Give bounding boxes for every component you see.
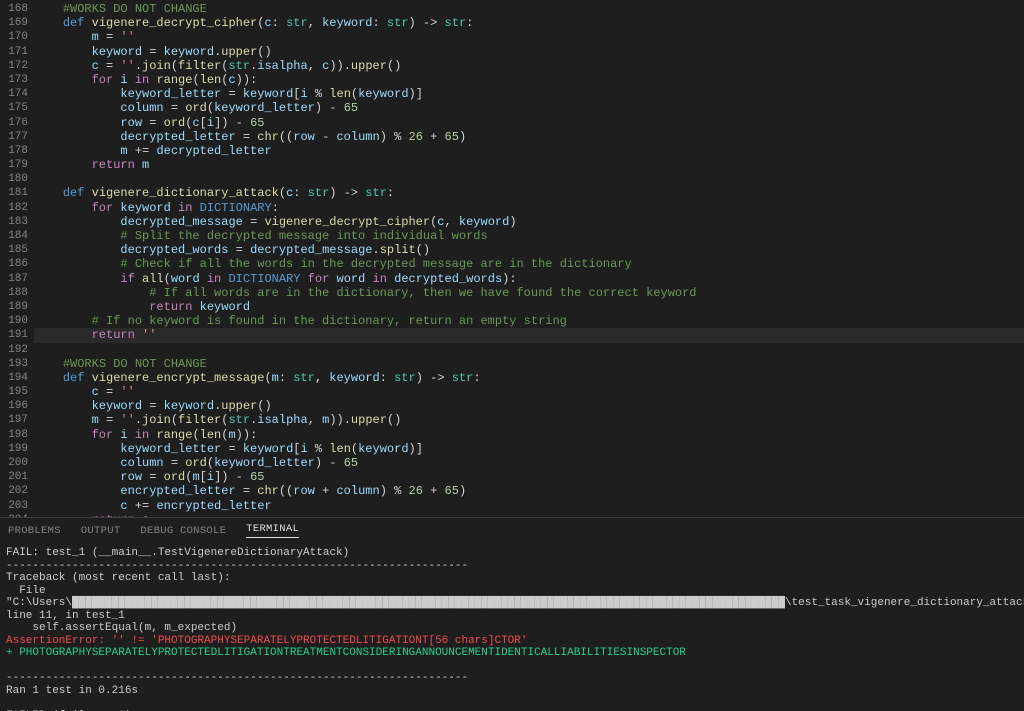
code-line[interactable]: for i in range(len(c)): (34, 73, 1024, 87)
terminal-line: Ran 1 test in 0.216s (6, 685, 1018, 698)
line-number: 184 (0, 229, 34, 243)
code-line[interactable]: #WORKS DO NOT CHANGE (34, 2, 1024, 16)
terminal-line (6, 660, 1018, 673)
code-line[interactable]: keyword_letter = keyword[i % len(keyword… (34, 442, 1024, 456)
line-number: 199 (0, 442, 34, 456)
code-line[interactable]: if all(word in DICTIONARY for word in de… (34, 272, 1024, 286)
terminal-line (6, 697, 1018, 710)
line-number: 185 (0, 243, 34, 257)
code-line[interactable]: keyword = keyword.upper() (34, 45, 1024, 59)
line-number: 175 (0, 101, 34, 115)
code-line[interactable]: # Check if all the words in the decrypte… (34, 257, 1024, 271)
line-number: 198 (0, 428, 34, 442)
editor-area: 1681691701711721731741751761771781791801… (0, 0, 1024, 517)
line-number: 200 (0, 456, 34, 470)
line-number: 195 (0, 385, 34, 399)
code-line[interactable]: decrypted_message = vigenere_decrypt_cip… (34, 215, 1024, 229)
terminal-line: self.assertEqual(m, m_expected) (6, 622, 1018, 635)
code-line[interactable]: row = ord(c[i]) - 65 (34, 116, 1024, 130)
code-line[interactable]: def vigenere_decrypt_cipher(c: str, keyw… (34, 16, 1024, 30)
tab-terminal[interactable]: TERMINAL (246, 523, 299, 538)
line-number: 203 (0, 499, 34, 513)
code-line[interactable]: c = ''.join(filter(str.isalpha, c)).uppe… (34, 59, 1024, 73)
line-number: 179 (0, 158, 34, 172)
line-number: 186 (0, 257, 34, 271)
code-line[interactable]: column = ord(keyword_letter) - 65 (34, 456, 1024, 470)
code-line[interactable]: encrypted_letter = chr((row + column) % … (34, 484, 1024, 498)
code-line[interactable]: #WORKS DO NOT CHANGE (34, 357, 1024, 371)
terminal-output[interactable]: FAIL: test_1 (__main__.TestVigenereDicti… (0, 543, 1024, 711)
code-line[interactable]: for i in range(len(m)): (34, 428, 1024, 442)
code-line[interactable]: # If all words are in the dictionary, th… (34, 286, 1024, 300)
code-line[interactable]: # Split the decrypted message into indiv… (34, 229, 1024, 243)
line-number: 172 (0, 59, 34, 73)
tab-problems[interactable]: PROBLEMS (8, 525, 61, 537)
line-number: 177 (0, 130, 34, 144)
line-number: 201 (0, 470, 34, 484)
line-number: 182 (0, 201, 34, 215)
line-number: 171 (0, 45, 34, 59)
code-line[interactable]: column = ord(keyword_letter) - 65 (34, 101, 1024, 115)
line-number: 202 (0, 484, 34, 498)
line-number: 170 (0, 30, 34, 44)
code-line[interactable]: return c (34, 513, 1024, 517)
code-line[interactable]: keyword_letter = keyword[i % len(keyword… (34, 87, 1024, 101)
line-gutter: 1681691701711721731741751761771781791801… (0, 0, 34, 517)
line-number: 169 (0, 16, 34, 30)
line-number: 181 (0, 186, 34, 200)
terminal-line: FAIL: test_1 (__main__.TestVigenereDicti… (6, 547, 1018, 560)
terminal-line: Traceback (most recent call last): (6, 572, 1018, 585)
code-line[interactable] (34, 343, 1024, 357)
code-line[interactable]: decrypted_words = decrypted_message.spli… (34, 243, 1024, 257)
line-number: 183 (0, 215, 34, 229)
code-line[interactable]: # If no keyword is found in the dictiona… (34, 314, 1024, 328)
panel-tabs: PROBLEMS OUTPUT DEBUG CONSOLE TERMINAL (0, 517, 1024, 543)
code-line[interactable]: m += decrypted_letter (34, 144, 1024, 158)
line-number: 194 (0, 371, 34, 385)
code-line[interactable]: c += encrypted_letter (34, 499, 1024, 513)
tab-output[interactable]: OUTPUT (81, 525, 121, 537)
terminal-line: AssertionError: '' != 'PHOTOGRAPHYSEPARA… (6, 635, 1018, 648)
line-number: 176 (0, 116, 34, 130)
code-line[interactable]: def vigenere_dictionary_attack(c: str) -… (34, 186, 1024, 200)
line-number: 196 (0, 399, 34, 413)
terminal-line: ----------------------------------------… (6, 560, 1018, 573)
line-number: 191 (0, 328, 34, 342)
line-number: 180 (0, 172, 34, 186)
line-number: 192 (0, 343, 34, 357)
code-line[interactable]: decrypted_letter = chr((row - column) % … (34, 130, 1024, 144)
code-line[interactable]: def vigenere_encrypt_message(m: str, key… (34, 371, 1024, 385)
line-number: 197 (0, 413, 34, 427)
line-number: 178 (0, 144, 34, 158)
code-line[interactable] (34, 172, 1024, 186)
terminal-line: ----------------------------------------… (6, 672, 1018, 685)
code-line[interactable]: return keyword (34, 300, 1024, 314)
line-number: 189 (0, 300, 34, 314)
code-line[interactable]: for keyword in DICTIONARY: (34, 201, 1024, 215)
line-number: 173 (0, 73, 34, 87)
tab-debug[interactable]: DEBUG CONSOLE (140, 525, 226, 537)
code-line[interactable]: m = ''.join(filter(str.isalpha, m)).uppe… (34, 413, 1024, 427)
code-editor[interactable]: #WORKS DO NOT CHANGE def vigenere_decryp… (34, 0, 1024, 517)
line-number: 188 (0, 286, 34, 300)
line-number: 190 (0, 314, 34, 328)
code-line[interactable]: return '' (34, 328, 1024, 342)
terminal-line: + PHOTOGRAPHYSEPARATELYPROTECTEDLITIGATI… (6, 647, 1018, 660)
line-number: 168 (0, 2, 34, 16)
code-line[interactable]: m = '' (34, 30, 1024, 44)
code-line[interactable]: c = '' (34, 385, 1024, 399)
code-line[interactable]: return m (34, 158, 1024, 172)
line-number: 187 (0, 272, 34, 286)
code-line[interactable]: keyword = keyword.upper() (34, 399, 1024, 413)
code-line[interactable]: row = ord(m[i]) - 65 (34, 470, 1024, 484)
line-number: 174 (0, 87, 34, 101)
terminal-line: File "C:\Users\█████████████████████████… (6, 585, 1018, 623)
line-number: 193 (0, 357, 34, 371)
